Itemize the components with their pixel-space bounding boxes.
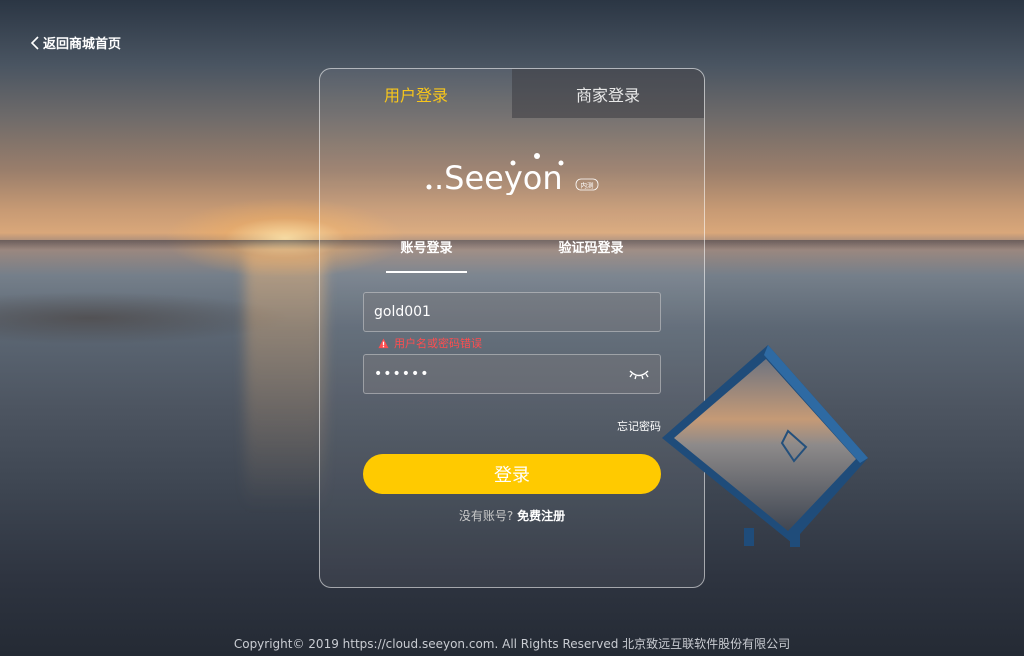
back-to-mall-label: 返回商城首页: [43, 37, 122, 52]
register-row: 没有账号? 免费注册: [320, 507, 704, 524]
chevron-left-icon: [30, 35, 39, 50]
background-sun-reflection: [245, 250, 325, 510]
copyright-footer: Copyright© 2019 https://cloud.seeyon.com…: [233, 637, 791, 651]
tab-code-login[interactable]: 验证码登录: [545, 235, 638, 265]
login-type-tabs: 用户登录 商家登录: [320, 69, 704, 118]
decorative-photo-frame: [662, 345, 868, 547]
tab-merchant-login[interactable]: 商家登录: [512, 69, 704, 118]
register-link[interactable]: 免费注册: [517, 509, 565, 523]
login-error-text: 用户名或密码错误: [394, 337, 482, 350]
tab-user-login[interactable]: 用户登录: [320, 69, 512, 118]
register-prompt: 没有账号?: [458, 509, 514, 523]
username-field: [363, 292, 661, 332]
login-method-tabs: 账号登录 验证码登录: [320, 235, 704, 273]
login-error-message: 用户名或密码错误: [378, 335, 482, 351]
back-to-mall-link[interactable]: 返回商城首页: [30, 33, 121, 52]
tab-account-login[interactable]: 账号登录: [386, 235, 467, 273]
logo-badge: 内测: [581, 181, 595, 190]
seeyon-logo: .Seeyon 内测: [426, 153, 599, 195]
login-card: 用户登录 商家登录 .Seeyon 内测 账号登录 验证码登录 用户名或密码错误: [319, 68, 705, 588]
logo-text: .Seeyon: [434, 159, 563, 195]
password-input[interactable]: [374, 366, 628, 382]
warning-icon: [378, 337, 389, 348]
password-field: [363, 354, 661, 394]
eye-closed-icon[interactable]: [628, 367, 650, 381]
username-input[interactable]: [374, 304, 650, 320]
login-button[interactable]: 登录: [363, 454, 661, 494]
forgot-password-link[interactable]: 忘记密码: [617, 418, 661, 434]
